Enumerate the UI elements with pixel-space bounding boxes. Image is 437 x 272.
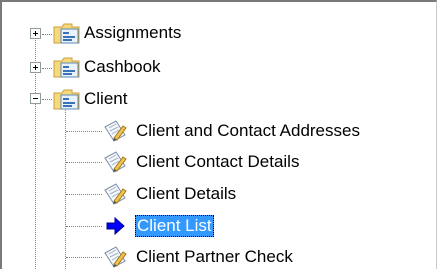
tree-connector: [66, 162, 102, 164]
report-pencil-icon: [104, 151, 127, 173]
tree-item-label: Client and Contact Addresses: [136, 121, 360, 140]
tree-connector: [42, 99, 52, 101]
blue-arrow-icon: [106, 216, 125, 236]
folder-form-icon: [53, 23, 80, 44]
tree-connector: [66, 131, 102, 133]
tree-item-label: Assignments: [84, 23, 182, 42]
collapse-client-button[interactable]: [30, 93, 41, 104]
tree-item-client-contact-details[interactable]: Client Contact Details: [102, 147, 301, 177]
tree-item-client-partner-check[interactable]: Client Partner Check: [102, 242, 295, 272]
tree-item-label: Client Details: [136, 184, 237, 203]
tree-connector-client: [65, 110, 67, 269]
tree-item-label: Client Contact Details: [136, 152, 300, 171]
tree-connector: [66, 226, 102, 228]
tree-item-client[interactable]: Client: [52, 84, 129, 114]
tree-item-cashbook[interactable]: Cashbook: [52, 52, 163, 82]
tree-connector-root: [35, 40, 37, 269]
tree-item-label: Client Partner Check: [136, 247, 293, 266]
tree-item-client-list[interactable]: Client List: [102, 211, 214, 241]
tree-connector: [42, 34, 52, 36]
tree-item-label: Client: [84, 89, 128, 108]
folder-form-icon: [53, 89, 80, 110]
tree-connector: [66, 257, 102, 259]
tree-item-label: Cashbook: [84, 57, 161, 76]
tree-view[interactable]: Assignments Cashbook Client Client and C…: [0, 0, 437, 269]
tree-item-label-selected: Client List: [135, 215, 214, 237]
tree-item-assignments[interactable]: Assignments: [52, 18, 183, 48]
expand-assignments-button[interactable]: [30, 28, 41, 39]
tree-connector: [42, 68, 52, 70]
tree-item-client-and-contact-addresses[interactable]: Client and Contact Addresses: [102, 116, 362, 146]
folder-form-icon: [53, 57, 80, 78]
expand-cashbook-button[interactable]: [30, 62, 41, 73]
tree-item-client-details[interactable]: Client Details: [102, 179, 238, 209]
tree-connector: [66, 194, 102, 196]
report-pencil-icon: [104, 183, 127, 205]
report-pencil-icon: [104, 120, 127, 142]
report-pencil-icon: [104, 246, 127, 268]
